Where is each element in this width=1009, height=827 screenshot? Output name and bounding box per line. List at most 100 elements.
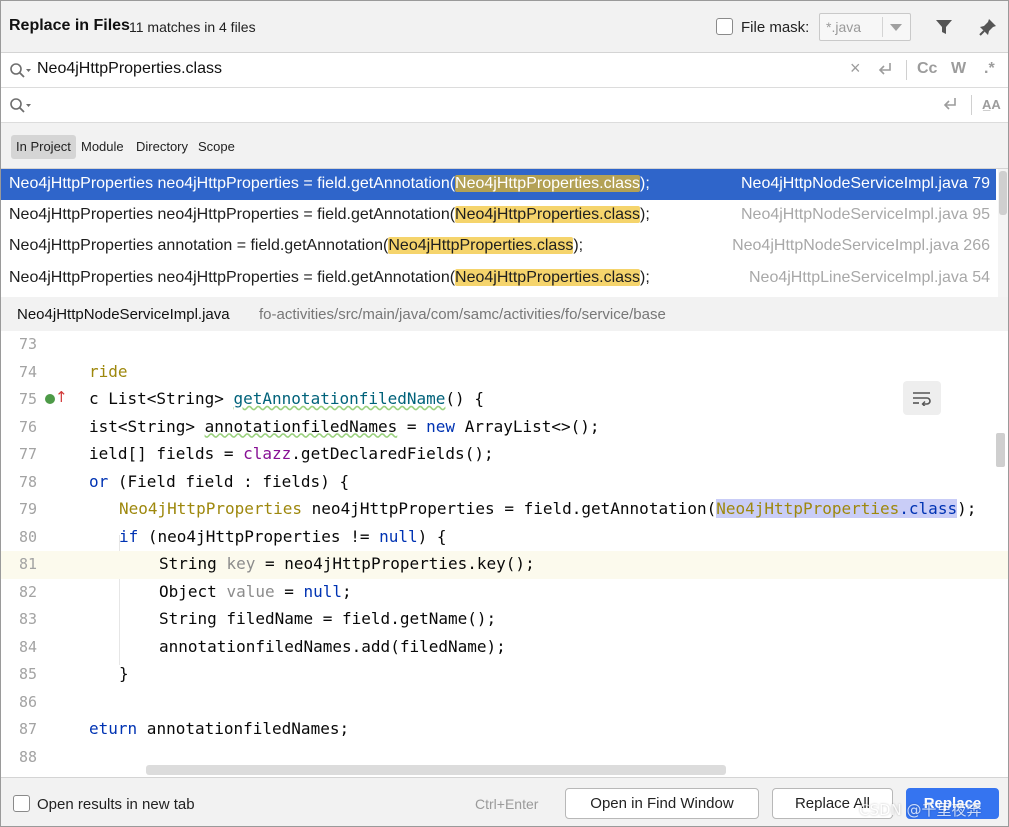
editor-vertical-scrollbar[interactable] — [996, 433, 1005, 467]
results-scrollbar[interactable] — [998, 169, 1008, 297]
code-text: or (Field field : fields) { — [89, 472, 349, 491]
result-file: Neo4jHttpNodeServiceImpl.java 79 — [740, 175, 990, 192]
code-line: 85 } — [1, 661, 1008, 689]
keyword-token: or — [89, 471, 109, 491]
search-history-icon[interactable] — [9, 62, 33, 80]
keyword-token: .class — [899, 499, 958, 518]
tab-scope[interactable]: Scope — [193, 135, 240, 159]
pin-icon[interactable] — [976, 15, 1000, 39]
code-token: neo4jHttpProperties = field.getAnnotatio… — [302, 499, 717, 518]
code-token: = — [397, 416, 427, 436]
keyword-token: new — [426, 416, 456, 436]
open-new-tab-checkbox[interactable] — [13, 795, 30, 812]
field-token: clazz — [243, 444, 292, 463]
code-line: 86 — [1, 689, 1008, 717]
implements-icon[interactable] — [45, 394, 55, 404]
keyword-token: if — [119, 526, 139, 546]
regex-toggle[interactable]: .* — [984, 60, 995, 78]
result-match: Neo4jHttpProperties.class — [455, 269, 641, 286]
result-code: Neo4jHttpProperties neo4jHttpProperties … — [9, 206, 650, 224]
code-token: ; — [342, 581, 352, 601]
file-mask-select[interactable]: *.java — [819, 13, 911, 41]
replace-history-icon[interactable] — [9, 97, 33, 115]
match-case-toggle[interactable]: Cc — [917, 60, 937, 78]
code-token: ); — [957, 499, 977, 518]
find-input[interactable]: Neo4jHttpProperties.class — [37, 60, 222, 78]
result-match: Neo4jHttpProperties.class — [455, 175, 641, 192]
keyword-token: null — [379, 526, 418, 546]
open-new-tab-label[interactable]: Open results in new tab — [37, 796, 195, 813]
line-number: 86 — [19, 692, 38, 711]
code-token: ield[] fields = — [89, 444, 244, 463]
code-text: c List<String> getAnnotationfiledName() … — [89, 389, 484, 408]
code-token: ArrayList<>(); — [455, 416, 600, 436]
result-prefix: Neo4jHttpProperties neo4jHttpProperties … — [9, 206, 456, 223]
replace-row: A̲A — [1, 88, 1008, 123]
file-mask-value: *.java — [826, 19, 862, 35]
file-mask-label[interactable]: File mask: — [741, 19, 809, 36]
open-in-find-window-button[interactable]: Open in Find Window — [565, 788, 759, 819]
filter-icon[interactable] — [932, 15, 956, 39]
annotation-token: ride — [89, 361, 128, 381]
preview-file-name: Neo4jHttpNodeServiceImpl.java — [17, 306, 230, 323]
line-number: 80 — [19, 527, 38, 546]
new-line-icon[interactable] — [876, 60, 894, 83]
tab-module[interactable]: Module — [76, 135, 129, 159]
line-number: 73 — [19, 335, 38, 353]
code-text: ield[] fields = clazz.getDeclaredFields(… — [89, 444, 494, 463]
soft-wrap-button[interactable] — [903, 381, 941, 415]
preview-path-bar: Neo4jHttpNodeServiceImpl.java fo-activit… — [1, 297, 1008, 331]
line-number: 74 — [19, 362, 38, 381]
result-match: Neo4jHttpProperties.class — [388, 237, 574, 254]
result-row[interactable]: Neo4jHttpProperties neo4jHttpProperties … — [1, 169, 996, 200]
clear-icon[interactable]: × — [850, 58, 861, 79]
code-line: 77 ield[] fields = clazz.getDeclaredFiel… — [1, 441, 1008, 469]
tab-in-project[interactable]: In Project — [11, 135, 76, 159]
annotation-token: Neo4jHttpProperties — [716, 499, 900, 518]
code-text: annotationfiledNames.add(filedName); — [159, 636, 506, 656]
code-token: .getDeclaredFields(); — [291, 444, 494, 463]
result-file: Neo4jHttpNodeServiceImpl.java 95 — [740, 206, 990, 223]
code-token: (neo4jHttpProperties != — [138, 526, 380, 546]
options-separator — [906, 60, 907, 80]
code-line: 74 ride — [1, 359, 1008, 387]
code-text: Neo4jHttpProperties neo4jHttpProperties … — [119, 499, 976, 518]
find-row: Neo4jHttpProperties.class × Cc W .* — [1, 53, 1008, 88]
result-file: Neo4jHttpLineServiceImpl.java 54 — [748, 269, 990, 286]
code-text: String filedName = field.getName(); — [159, 609, 497, 628]
code-line: 75 ↑ c List<String> getAnnotationfiledNa… — [1, 386, 1008, 414]
whole-words-toggle[interactable]: W — [951, 60, 966, 78]
watermark: CSDN @千里夜奔 — [859, 801, 982, 819]
code-line: 78 or (Field field : fields) { — [1, 469, 1008, 497]
soft-wrap-icon — [913, 392, 931, 406]
line-number: 75 — [19, 390, 38, 408]
override-arrow-icon[interactable]: ↑ — [55, 388, 68, 406]
code-preview[interactable]: 73 74 ride 75 ↑ c List<String> getAnnota… — [1, 331, 1008, 777]
code-token: = neo4jHttpProperties.key(); — [255, 554, 535, 573]
code-line-current: 81 String key = neo4jHttpProperties.key(… — [1, 551, 1008, 579]
result-row[interactable]: Neo4jHttpProperties neo4jHttpProperties … — [1, 200, 996, 231]
code-line: 84 annotationfiledNames.add(filedName); — [1, 634, 1008, 662]
tab-directory[interactable]: Directory — [131, 135, 193, 159]
code-token: (Field field : fields) { — [108, 471, 350, 491]
result-row[interactable]: Neo4jHttpProperties neo4jHttpProperties … — [1, 263, 996, 294]
code-text: if (neo4jHttpProperties != null) { — [119, 527, 447, 546]
file-mask-checkbox[interactable] — [716, 18, 733, 35]
code-line: 73 — [1, 331, 1008, 359]
result-suffix: ); — [573, 237, 584, 254]
dialog-title: Replace in Files — [9, 17, 130, 34]
line-number: 88 — [19, 747, 38, 766]
preserve-case-toggle[interactable]: A̲A — [982, 97, 1001, 112]
code-line: 87 eturn annotationfiledNames; — [1, 716, 1008, 744]
new-line-icon[interactable] — [941, 95, 959, 118]
line-number: 83 — [19, 610, 38, 628]
editor-horizontal-scrollbar[interactable] — [146, 765, 726, 775]
line-number: 82 — [19, 582, 38, 601]
code-text: ride — [89, 362, 128, 381]
shortcut-hint: Ctrl+Enter — [475, 796, 539, 812]
result-row[interactable]: Neo4jHttpProperties annotation = field.g… — [1, 231, 996, 262]
annotation-token: Neo4jHttpProperties — [119, 499, 303, 518]
results-scroll-thumb[interactable] — [999, 171, 1007, 215]
line-number: 81 — [19, 555, 38, 573]
result-prefix: Neo4jHttpProperties neo4jHttpProperties … — [9, 175, 456, 192]
